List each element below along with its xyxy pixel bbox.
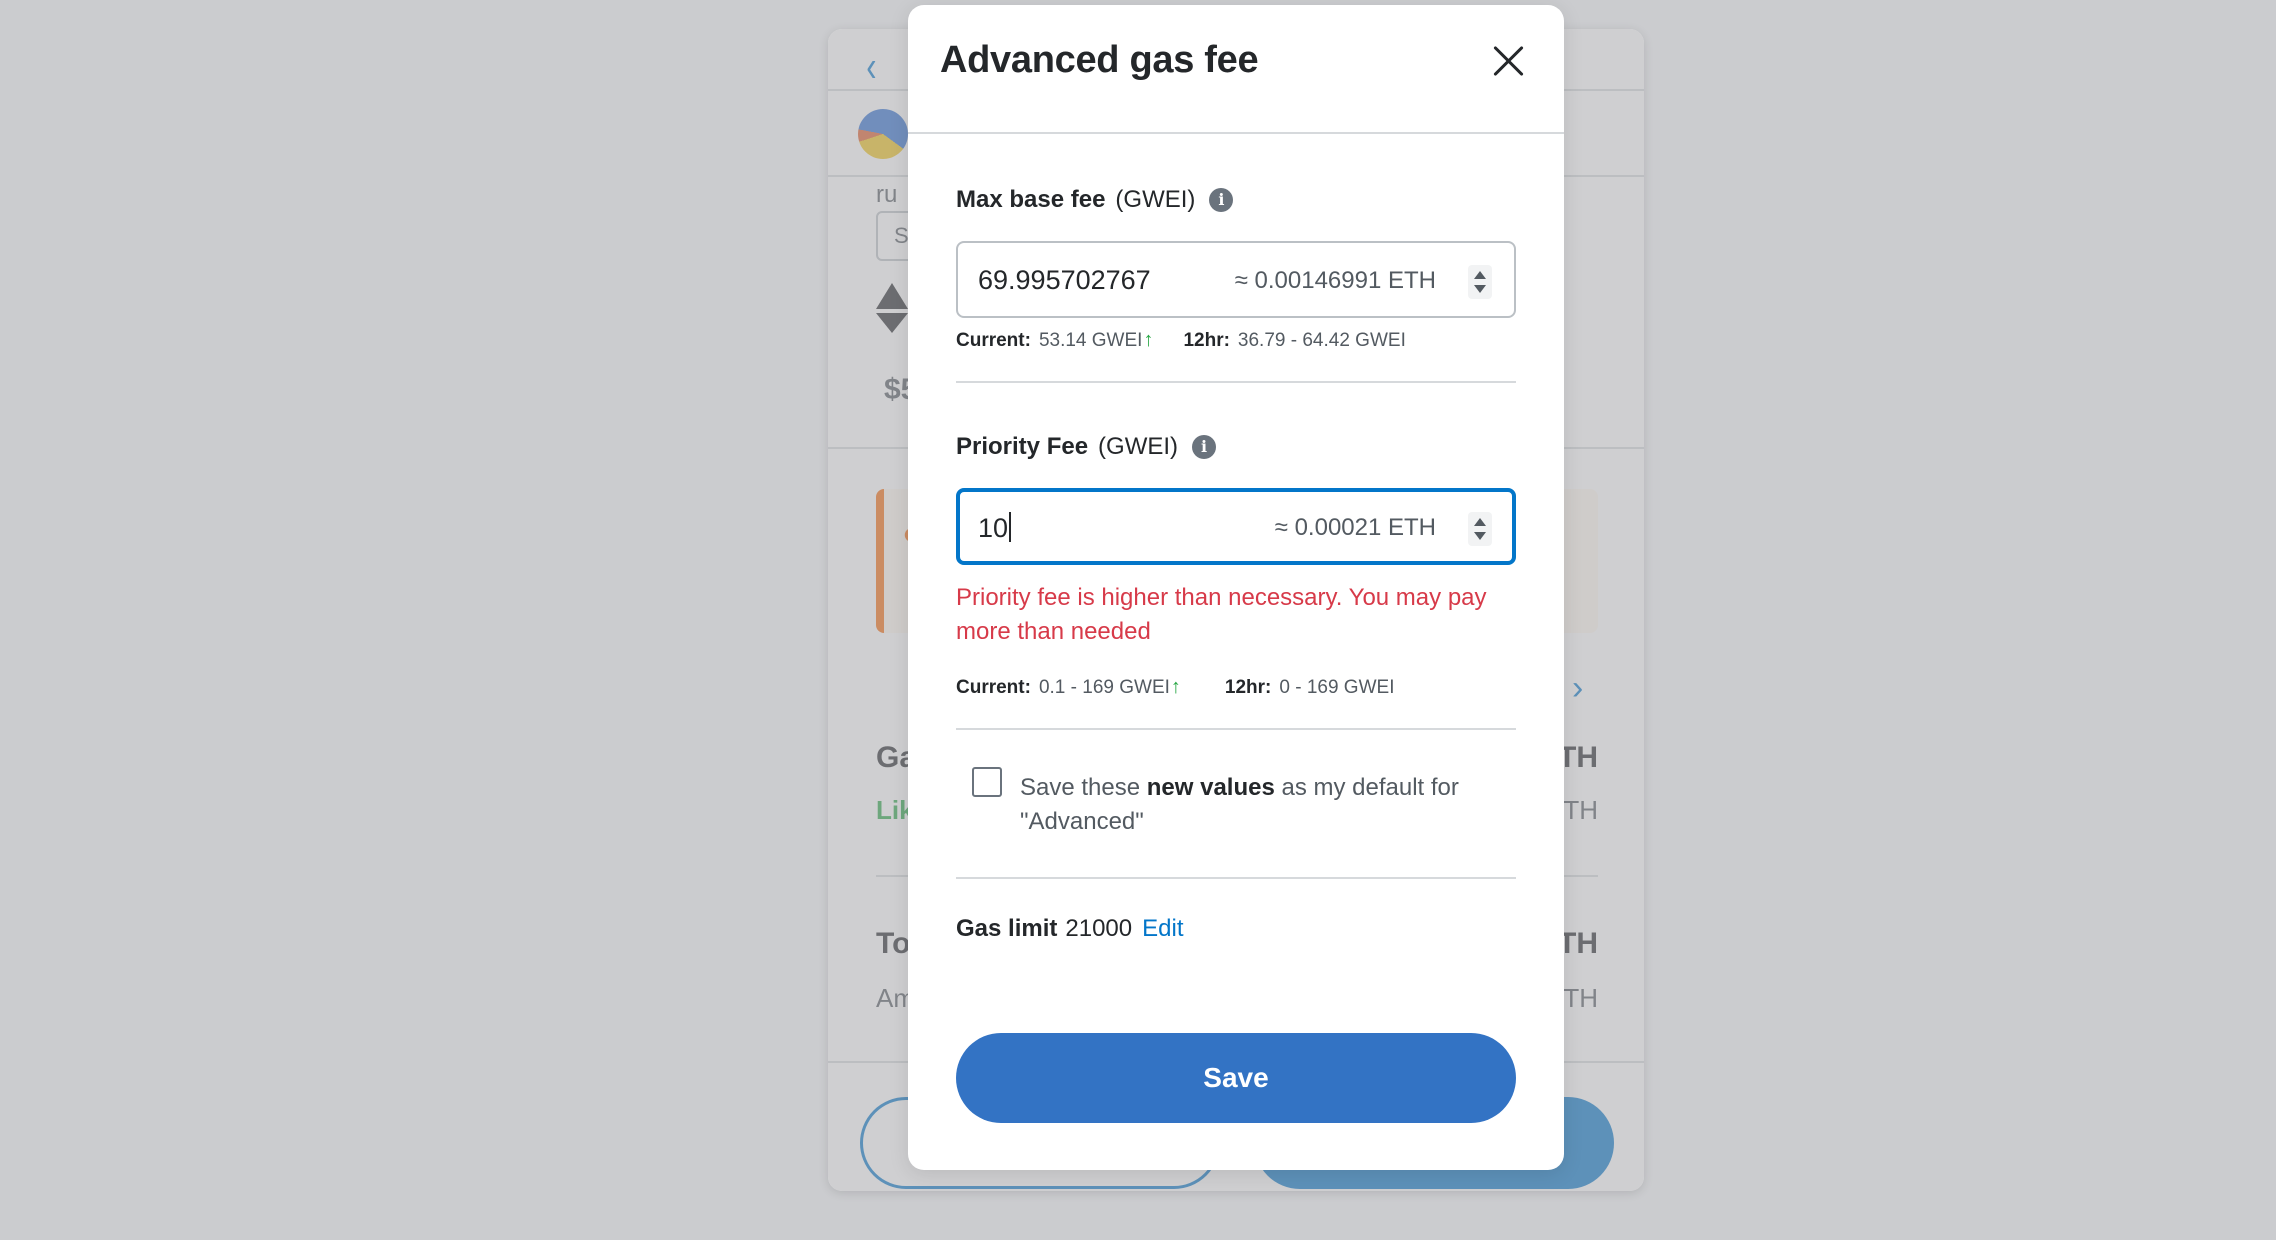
save-default-label[interactable]: Save these new values as my default for … bbox=[1020, 771, 1500, 839]
modal-title: Advanced gas fee bbox=[940, 39, 1259, 81]
priority-fee-error: Priority fee is higher than necessary. Y… bbox=[956, 584, 1487, 645]
save-button[interactable]: Save bbox=[956, 1033, 1516, 1123]
arrow-up-icon: ↑ bbox=[1170, 676, 1181, 698]
priority-fee-value[interactable]: 10 bbox=[978, 512, 1012, 544]
max-base-fee-value[interactable]: 69.995702767 bbox=[978, 265, 1151, 296]
priority-fee-unit: (GWEI) bbox=[1098, 433, 1179, 460]
chevron-left-icon[interactable]: ‹ bbox=[866, 45, 876, 89]
chevron-right-icon[interactable]: › bbox=[1572, 669, 1583, 708]
range-key: 12hr: bbox=[1183, 329, 1230, 351]
current-priority-fee-value: 0.1 - 169 GWEI bbox=[1038, 676, 1170, 698]
priority-fee-eth-estimate: ≈ 0.00021 ETH bbox=[1274, 514, 1436, 541]
avatar bbox=[858, 109, 908, 159]
ethereum-icon-lower bbox=[876, 313, 908, 333]
gas-limit-value: 21000 bbox=[1065, 915, 1133, 942]
max-base-fee-label: Max base fee (GWEI) i bbox=[956, 186, 1234, 214]
edit-gas-limit-link[interactable]: Edit bbox=[1142, 915, 1183, 943]
max-base-fee-label-text: Max base fee bbox=[956, 186, 1106, 213]
gas-limit-label: Gas limit bbox=[956, 915, 1058, 942]
max-base-fee-stats: Current: 53.14 GWEI ↑ 12hr: 36.79 - 64.4… bbox=[956, 329, 1406, 352]
background-total-value: TH bbox=[1558, 927, 1598, 960]
info-icon[interactable]: i bbox=[1192, 435, 1217, 459]
base-fee-range-value: 36.79 - 64.42 GWEI bbox=[1237, 329, 1406, 351]
close-icon[interactable] bbox=[1488, 41, 1528, 81]
info-icon[interactable]: i bbox=[1209, 188, 1234, 212]
background-total-label: To bbox=[876, 927, 911, 960]
max-base-fee-unit: (GWEI) bbox=[1115, 186, 1196, 213]
ethereum-icon bbox=[876, 283, 908, 309]
priority-fee-range-value: 0 - 169 GWEI bbox=[1279, 676, 1395, 698]
arrow-up-icon: ↑ bbox=[1143, 329, 1154, 351]
max-base-fee-eth-estimate: ≈ 0.00146991 ETH bbox=[1234, 267, 1436, 294]
modal-header: Advanced gas fee bbox=[908, 5, 1564, 134]
save-default-bold: new values bbox=[1146, 774, 1275, 801]
divider bbox=[956, 728, 1516, 730]
max-base-fee-input[interactable]: 69.995702767 ≈ 0.00146991 ETH bbox=[956, 241, 1516, 318]
priority-fee-label: Priority Fee (GWEI) i bbox=[956, 433, 1217, 461]
stepper-icon[interactable] bbox=[1468, 512, 1492, 546]
priority-fee-stats: Current: 0.1 - 169 GWEI ↑ 12hr: 0 - 169 … bbox=[956, 676, 1394, 699]
background-gas-value: TH bbox=[1558, 741, 1598, 774]
save-default-checkbox[interactable] bbox=[972, 767, 1002, 797]
background-gas-subvalue: TH bbox=[1563, 795, 1598, 825]
background-amount-value: TH bbox=[1563, 983, 1598, 1013]
current-key: Current: bbox=[956, 329, 1031, 351]
gas-limit-row: Gas limit 21000 Edit bbox=[956, 915, 1183, 943]
priority-fee-label-text: Priority Fee bbox=[956, 433, 1089, 460]
advanced-gas-fee-modal: Advanced gas fee Max base fee (GWEI) i 6… bbox=[908, 5, 1564, 1170]
divider bbox=[956, 381, 1516, 383]
current-base-fee-value: 53.14 GWEI bbox=[1038, 329, 1143, 351]
range-key: 12hr: bbox=[1224, 676, 1272, 698]
priority-fee-input[interactable]: 10 ≈ 0.00021 ETH bbox=[956, 488, 1516, 565]
current-key: Current: bbox=[956, 676, 1031, 698]
divider bbox=[956, 877, 1516, 879]
stepper-icon[interactable] bbox=[1468, 265, 1492, 299]
background-row-label: ru bbox=[876, 181, 898, 208]
